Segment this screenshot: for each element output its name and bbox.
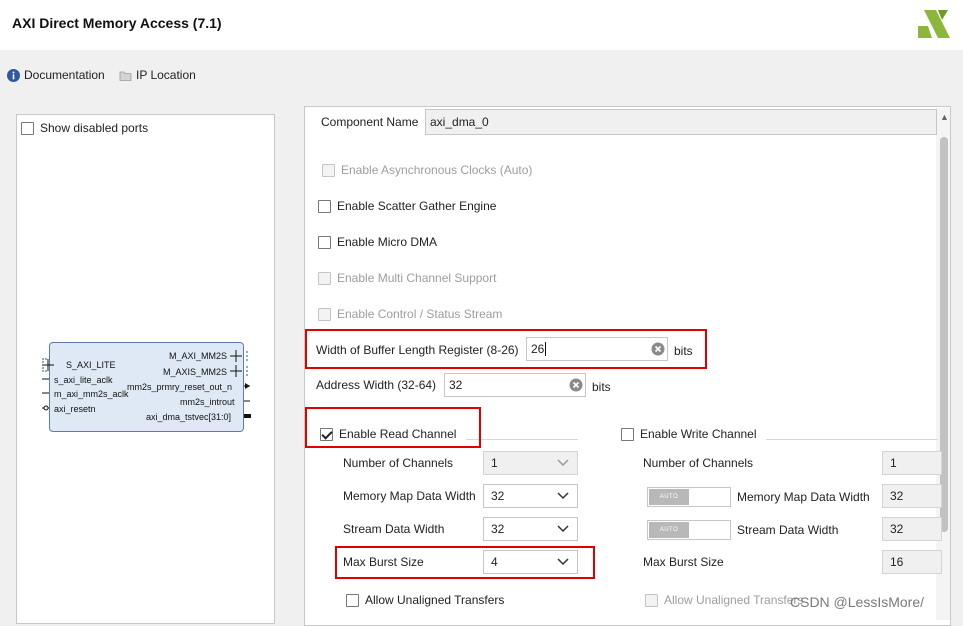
enable-multi-channel-checkbox[interactable]: Enable Multi Channel Support [318, 271, 496, 285]
read-num-channels-label: Number of Channels [343, 456, 454, 470]
write-mm-width-label: Memory Map Data Width [737, 490, 870, 504]
write-mm-width-value: 32 [890, 489, 904, 503]
info-icon [7, 68, 20, 82]
write-mm-width-auto-toggle[interactable]: AUTO [647, 487, 731, 507]
read-mm-width-select[interactable]: 32 [483, 484, 578, 508]
read-unaligned-checkbox[interactable]: Allow Unaligned Transfers [346, 593, 504, 607]
write-unaligned-label: Allow Unaligned Transfers [664, 593, 804, 607]
component-name-label: Component Name [321, 115, 419, 129]
checkbox-box[interactable] [318, 199, 331, 213]
enable-ctrl-status-label: Enable Control / Status Stream [337, 307, 503, 321]
checkbox-box[interactable] [346, 593, 359, 607]
checkbox-box[interactable] [621, 427, 634, 441]
xilinx-logo-icon [918, 10, 950, 38]
address-width-unit: bits [592, 380, 611, 394]
port-m-axi-mm2s-aclk: m_axi_mm2s_aclk [54, 389, 129, 399]
write-num-channels-select[interactable]: 1 [882, 451, 942, 475]
documentation-label: Documentation [24, 68, 105, 82]
enable-write-channel-checkbox[interactable]: Enable Write Channel [621, 427, 757, 441]
chevron-down-icon [557, 492, 569, 500]
read-group-line [466, 439, 578, 440]
write-mm-width-select[interactable]: 32 [882, 484, 942, 508]
documentation-link[interactable]: Documentation [7, 68, 105, 82]
auto-toggle-label: AUTO [649, 489, 689, 505]
enable-write-channel-label: Enable Write Channel [640, 427, 757, 441]
ip-location-link[interactable]: IP Location [119, 68, 196, 82]
dialog-title: AXI Direct Memory Access (7.1) [12, 15, 222, 31]
show-disabled-ports-checkbox[interactable]: Show disabled ports [21, 121, 148, 135]
read-stream-width-label: Stream Data Width [343, 522, 445, 536]
enable-ctrl-status-checkbox[interactable]: Enable Control / Status Stream [318, 307, 502, 321]
write-max-burst-label: Max Burst Size [643, 555, 724, 569]
port-axi-dma-tstvec: axi_dma_tstvec[31:0] [146, 412, 232, 422]
chevron-down-icon [557, 525, 569, 533]
write-stream-width-auto-toggle[interactable]: AUTO [647, 520, 731, 540]
checkbox-box[interactable] [318, 271, 331, 285]
write-max-burst-select[interactable]: 16 [882, 550, 942, 574]
write-num-channels-value: 1 [890, 456, 897, 470]
component-name-value: axi_dma_0 [430, 115, 489, 129]
highlight-read-channel [305, 407, 481, 448]
enable-sg-checkbox[interactable]: Enable Scatter Gather Engine [318, 199, 496, 213]
port-mm2s-prmry-reset-out-n: mm2s_prmry_reset_out_n [127, 382, 233, 392]
write-stream-width-label: Stream Data Width [737, 523, 839, 537]
port-mm2s-introut: mm2s_introut [180, 397, 235, 407]
toolbar: Documentation IP Location [0, 62, 963, 86]
enable-micro-dma-checkbox[interactable]: Enable Micro DMA [318, 235, 437, 249]
read-stream-width-select[interactable]: 32 [483, 517, 578, 541]
address-width-value: 32 [449, 378, 463, 392]
clear-icon[interactable] [569, 378, 583, 392]
port-s-axi-lite-aclk: s_axi_lite_aclk [54, 375, 113, 385]
address-width-label: Address Width (32-64) [316, 378, 437, 392]
enable-sg-label: Enable Scatter Gather Engine [337, 199, 497, 213]
watermark: CSDN @LessIsMore/ [790, 594, 925, 610]
read-unaligned-label: Allow Unaligned Transfers [365, 593, 505, 607]
checkbox-box[interactable] [322, 163, 335, 177]
checkbox-box[interactable] [645, 593, 658, 607]
checkbox-box[interactable] [318, 235, 331, 249]
port-s-axi-lite: S_AXI_LITE [66, 360, 116, 370]
scroll-up-arrow-icon[interactable]: ▲ [940, 112, 949, 122]
write-max-burst-value: 16 [890, 555, 904, 569]
read-stream-width-value: 32 [491, 522, 505, 536]
folder-icon [119, 71, 132, 81]
write-stream-width-select[interactable]: 32 [882, 517, 942, 541]
read-mm-width-value: 32 [491, 489, 505, 503]
port-m-axis-mm2s: M_AXIS_MM2S [163, 367, 228, 377]
read-num-channels-select[interactable]: 1 [483, 451, 578, 475]
show-disabled-ports-label: Show disabled ports [40, 121, 149, 135]
port-m-axi-mm2s: M_AXI_MM2S [169, 351, 228, 361]
read-mm-width-label: Memory Map Data Width [343, 489, 476, 503]
enable-async-clocks-checkbox[interactable]: Enable Asynchronous Clocks (Auto) [322, 163, 532, 177]
ip-location-label: IP Location [136, 68, 196, 82]
write-unaligned-checkbox[interactable]: Allow Unaligned Transfers [645, 593, 803, 607]
write-stream-width-value: 32 [890, 522, 904, 536]
chevron-down-icon [557, 459, 569, 467]
port-axi-resetn: axi_resetn [54, 404, 96, 414]
address-width-input[interactable]: 32 [444, 373, 586, 397]
enable-async-clocks-label: Enable Asynchronous Clocks (Auto) [341, 163, 533, 177]
read-num-channels-value: 1 [491, 456, 498, 470]
write-num-channels-label: Number of Channels [643, 456, 754, 470]
dialog-header: AXI Direct Memory Access (7.1) [0, 0, 963, 50]
checkbox-box[interactable] [318, 307, 331, 321]
component-name-field[interactable]: axi_dma_0 [425, 109, 937, 135]
write-group-line [766, 439, 938, 440]
highlight-max-burst [335, 546, 595, 579]
highlight-buffer-length [305, 329, 707, 369]
checkbox-box[interactable] [21, 121, 34, 135]
auto-toggle-label: AUTO [649, 522, 689, 538]
enable-micro-dma-label: Enable Micro DMA [337, 235, 438, 249]
enable-multi-channel-label: Enable Multi Channel Support [337, 271, 497, 285]
